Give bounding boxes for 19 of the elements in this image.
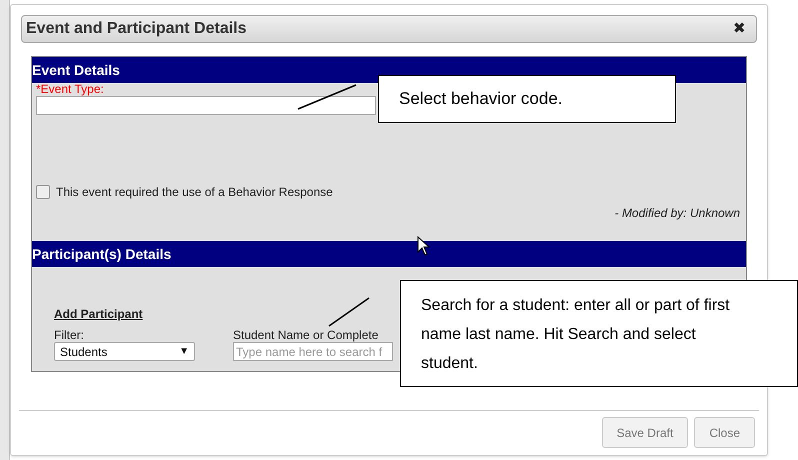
behavior-response-label: This event required the use of a Behavior Response	[56, 184, 333, 201]
modified-by-text: - Modified by: Unknown	[614, 205, 740, 222]
event-type-field[interactable]	[36, 96, 376, 115]
dialog-button[interactable]: Close	[694, 417, 755, 448]
dialog-title: Event and Participant Details	[26, 19, 247, 39]
dialog-button[interactable]: Save Draft	[602, 417, 688, 448]
behavior-response-checkbox[interactable]	[36, 185, 50, 199]
cursor-icon	[417, 236, 431, 256]
add-participant-link[interactable]: Add Participant	[54, 305, 143, 323]
leader-line	[297, 84, 357, 110]
student-name-label: Student Name or Complete	[233, 329, 380, 342]
filter-dropdown[interactable]: Students ▼	[54, 342, 195, 361]
section-header: Participant(s) Details	[32, 241, 746, 267]
event-type-label: *Event Type:	[36, 83, 105, 96]
leader-line	[328, 297, 370, 327]
callout-tooltip: Select behavior code.	[378, 75, 676, 123]
student-search-field[interactable]: Type name here to search f	[233, 342, 393, 361]
callout-tooltip: Search for a student: enter all or part of first name last name. Hit Search and select student.	[400, 280, 798, 387]
filter-label: Filter:	[54, 329, 85, 342]
